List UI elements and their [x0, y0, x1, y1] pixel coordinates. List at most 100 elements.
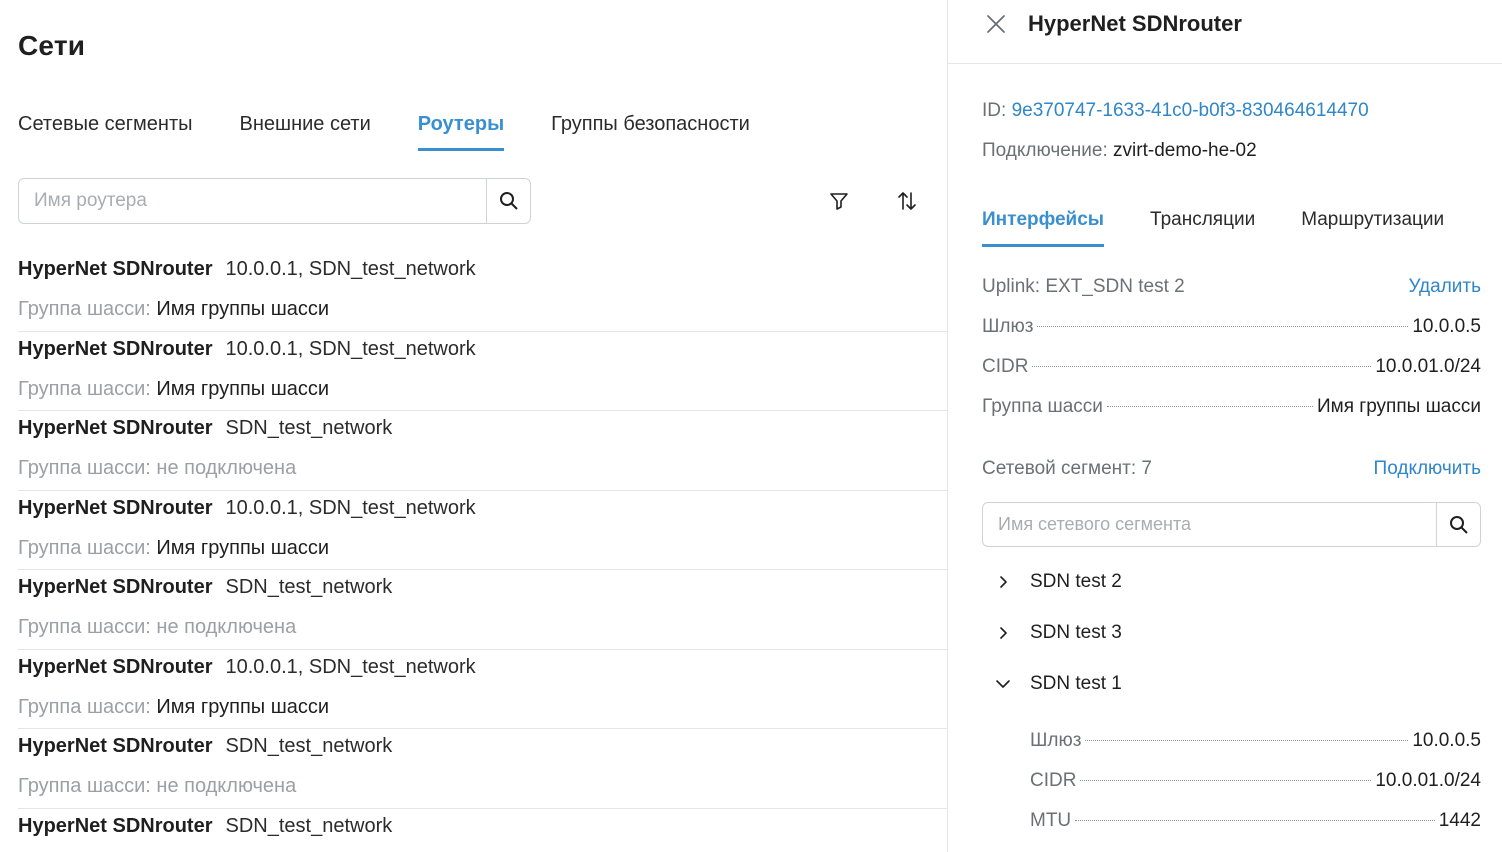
chassis-group-value: Имя группы шасси: [156, 377, 330, 400]
chevron-right-icon[interactable]: [992, 622, 1014, 644]
segment-gateway-row: Шлюз 10.0.0.5: [1030, 730, 1481, 752]
tab-network-segments[interactable]: Сетевые сегменты: [18, 110, 193, 150]
connection-value: zvirt-demo-he-02: [1113, 140, 1257, 161]
uplink-header: Uplink: EXT_SDN test 2 Удалить: [982, 276, 1481, 298]
router-name: HyperNet SDNrouter: [18, 258, 213, 280]
router-connection: Подключение: zvirt-demo-he-02: [982, 140, 1257, 162]
uplink-chassis-row: Группа шасси Имя группы шасси: [982, 396, 1481, 418]
leader-dots: [1080, 780, 1372, 781]
uplink-gateway-row: Шлюз 10.0.0.5: [982, 316, 1481, 338]
filter-icon: [830, 193, 848, 210]
router-networks: SDN_test_network: [225, 576, 393, 598]
router-name: HyperNet SDNrouter: [18, 496, 213, 519]
router-detail-panel: HyperNet SDNrouter ID: 9e370747-1633-41c…: [948, 0, 1502, 852]
chassis-group-value: Имя группы шасси: [156, 695, 330, 718]
list-item[interactable]: HyperNet SDNrouter SDN_test_network Групп…: [18, 411, 947, 491]
leader-dots: [1032, 366, 1372, 367]
list-item[interactable]: HyperNet SDNrouter 10.0.0.1, SDN_test_net…: [18, 252, 947, 332]
segment-tree-item[interactable]: SDN test 1: [992, 673, 1122, 695]
segments-header: Сетевой сегмент: 7 Подключить: [982, 458, 1481, 480]
leader-dots: [1037, 326, 1409, 327]
tab-translations[interactable]: Трансляции: [1150, 206, 1255, 246]
segment-cidr-row: CIDR 10.0.01.0/24: [1030, 770, 1481, 792]
router-name: HyperNet SDNrouter: [18, 655, 213, 678]
router-id: ID: 9e370747-1633-41c0-b0f3-830464614470: [982, 100, 1369, 122]
chassis-group-label: Группа шасси:: [18, 377, 151, 400]
kv-key: Шлюз: [1030, 730, 1082, 751]
chassis-group-value: Имя группы шасси: [156, 536, 330, 559]
list-item[interactable]: HyperNet SDNrouter SDN_test_network Групп…: [18, 570, 947, 650]
segment-mtu-row: MTU 1442: [1030, 810, 1481, 832]
list-item[interactable]: HyperNet SDNrouter 10.0.0.1, SDN_test_net…: [18, 332, 947, 411]
kv-value: Имя группы шасси: [1316, 396, 1481, 417]
chassis-group-label: Группа шасси:: [18, 536, 151, 559]
segment-search-button[interactable]: [1436, 503, 1480, 546]
router-networks: 10.0.0.1, SDN_test_network: [225, 655, 476, 678]
detail-tabs: Интерфейсы Трансляции Маршрутизации: [982, 206, 1444, 247]
kv-value: 10.0.0.5: [1412, 316, 1481, 337]
chassis-group-label: Группа шасси:: [18, 695, 151, 718]
segment-tree-item[interactable]: SDN test 3: [992, 622, 1122, 644]
segment-search-input[interactable]: [983, 503, 1436, 546]
router-id-link[interactable]: 9e370747-1633-41c0-b0f3-830464614470: [1012, 100, 1369, 121]
segment-label: SDN test 1: [1030, 673, 1122, 694]
router-networks: 10.0.0.1, SDN_test_network: [225, 337, 476, 360]
router-list: HyperNet SDNrouter 10.0.0.1, SDN_test_net…: [18, 252, 947, 852]
router-networks: 10.0.0.1, SDN_test_network: [225, 258, 476, 280]
tab-routing[interactable]: Маршрутизации: [1301, 206, 1444, 246]
tab-security-groups[interactable]: Группы безопасности: [551, 110, 750, 150]
kv-value: 10.0.01.0/24: [1375, 356, 1481, 377]
kv-key: CIDR: [1030, 770, 1077, 791]
section-tabs: Сетевые сегменты Внешние сети Роутеры Гр…: [18, 110, 797, 152]
sort-icon: [898, 192, 916, 210]
kv-key: Группа шасси: [982, 396, 1103, 417]
tab-interfaces[interactable]: Интерфейсы: [982, 206, 1105, 247]
connect-segment-link[interactable]: Подключить: [1374, 458, 1481, 480]
list-item[interactable]: HyperNet SDNrouter SDN_test_network: [18, 809, 947, 852]
chevron-right-icon[interactable]: [992, 571, 1014, 593]
chassis-group-label: Группа шасси: не подключена: [18, 616, 297, 638]
router-search: [18, 178, 531, 224]
delete-uplink-link[interactable]: Удалить: [1408, 276, 1481, 298]
chassis-group-label: Группа шасси: не подключена: [18, 457, 297, 479]
kv-key: MTU: [1030, 810, 1072, 831]
leader-dots: [1085, 740, 1409, 741]
router-name: HyperNet SDNrouter: [18, 576, 213, 598]
chassis-group-label: Группа шасси: не подключена: [18, 775, 297, 797]
router-name: HyperNet SDNrouter: [18, 735, 213, 757]
connection-label: Подключение:: [982, 140, 1108, 161]
kv-value: 10.0.01.0/24: [1375, 770, 1481, 791]
close-icon: [987, 15, 1005, 33]
detail-title: HyperNet SDNrouter: [1028, 11, 1242, 36]
search-icon: [1449, 515, 1468, 534]
routers-list-panel: Сети Сетевые сегменты Внешние сети Роуте…: [0, 0, 947, 852]
list-item[interactable]: HyperNet SDNrouter SDN_test_network Групп…: [18, 729, 947, 809]
router-networks: SDN_test_network: [225, 417, 393, 439]
router-networks: SDN_test_network: [225, 735, 393, 757]
filter-button[interactable]: [826, 188, 852, 214]
router-search-input[interactable]: [19, 179, 486, 223]
detail-header: HyperNet SDNrouter: [948, 0, 1502, 64]
chassis-group-label: Группа шасси:: [18, 298, 151, 320]
tab-routers[interactable]: Роутеры: [417, 110, 505, 151]
leader-dots: [1075, 820, 1435, 821]
router-networks: SDN_test_network: [225, 814, 393, 837]
search-button[interactable]: [486, 179, 530, 223]
tab-external-networks[interactable]: Внешние сети: [240, 110, 371, 150]
close-button[interactable]: [984, 12, 1008, 36]
segment-label: SDN test 3: [1030, 622, 1122, 643]
segments-count-label: Сетевой сегмент: 7: [982, 458, 1152, 479]
uplink-cidr-row: CIDR 10.0.01.0/24: [982, 356, 1481, 378]
router-id-label: ID:: [982, 100, 1007, 121]
page-title: Сети: [18, 30, 86, 61]
uplink-label: Uplink: EXT_SDN test 2: [982, 276, 1185, 297]
chevron-down-icon[interactable]: [992, 673, 1014, 695]
segment-tree-item[interactable]: SDN test 2: [992, 571, 1122, 593]
segment-label: SDN test 2: [1030, 571, 1122, 592]
list-item[interactable]: HyperNet SDNrouter 10.0.0.1, SDN_test_net…: [18, 491, 947, 570]
list-item[interactable]: HyperNet SDNrouter 10.0.0.1, SDN_test_net…: [18, 650, 947, 729]
chassis-group-value: Имя группы шасси: [156, 298, 330, 320]
sort-button[interactable]: [894, 188, 920, 214]
segment-search: [982, 502, 1481, 547]
router-name: HyperNet SDNrouter: [18, 814, 213, 837]
